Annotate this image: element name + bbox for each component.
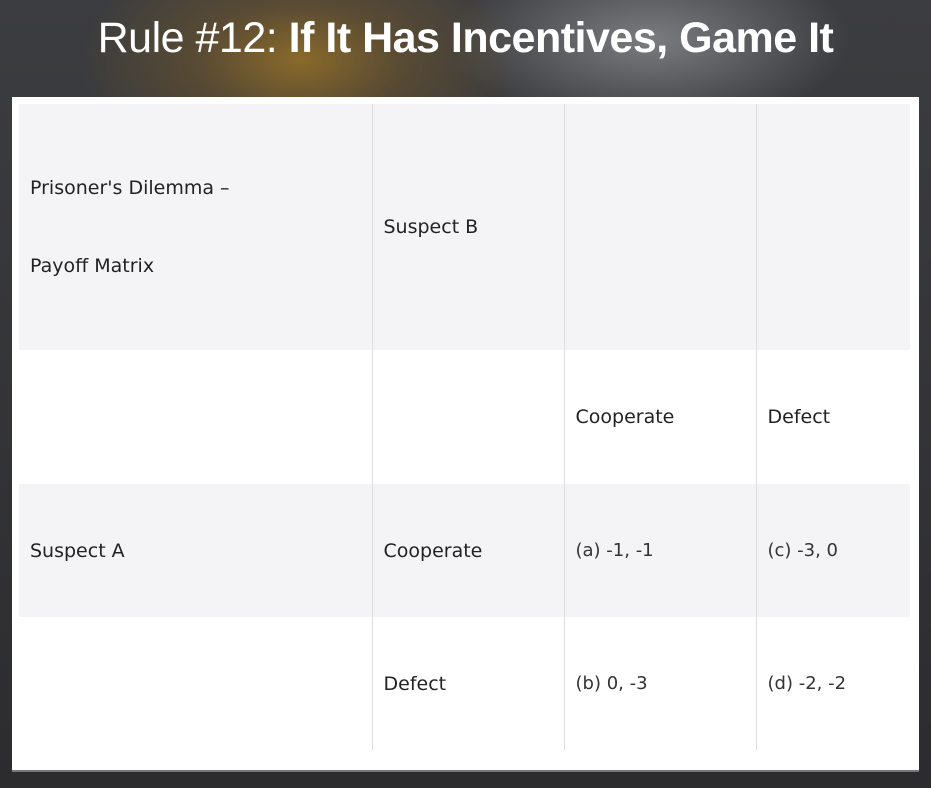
empty-cell [371, 350, 564, 484]
title-main: If It Has Incentives, Game It [288, 14, 834, 62]
payoff-card: Prisoner's Dilemma – Payoff Matrix Suspe… [12, 97, 919, 770]
empty-cell [19, 350, 372, 484]
caption-line-2: Payoff Matrix [30, 255, 155, 277]
table-row: Suspect A Cooperate (a) -1, -1 (c) -3, 0 [19, 484, 910, 617]
matrix-caption: Prisoner's Dilemma – Payoff Matrix [19, 104, 372, 350]
slide-title: Rule #12: If It Has Incentives, Game It [0, 10, 931, 66]
empty-cell [563, 104, 756, 350]
payoff-d: (d) -2, -2 [755, 617, 910, 750]
table-row: Defect (b) 0, -3 (d) -2, -2 [19, 617, 910, 750]
row-header-defect: Defect [371, 617, 564, 750]
row-header-cooperate: Cooperate [371, 484, 564, 617]
empty-cell [755, 104, 910, 350]
player-b-label: Suspect B [371, 104, 564, 350]
player-a-label: Suspect A [19, 484, 372, 617]
payoff-a: (a) -1, -1 [563, 484, 756, 617]
title-prefix: Rule #12: [97, 14, 278, 62]
payoff-c: (c) -3, 0 [755, 484, 910, 617]
col-header-defect: Defect [755, 350, 910, 484]
payoff-matrix-table: Prisoner's Dilemma – Payoff Matrix Suspe… [19, 104, 910, 750]
table-row: Prisoner's Dilemma – Payoff Matrix Suspe… [19, 104, 910, 350]
col-header-cooperate: Cooperate [563, 350, 756, 484]
payoff-b: (b) 0, -3 [563, 617, 756, 750]
table-row: Cooperate Defect [19, 350, 910, 484]
caption-line-1: Prisoner's Dilemma – [30, 177, 230, 199]
empty-cell [19, 617, 372, 750]
